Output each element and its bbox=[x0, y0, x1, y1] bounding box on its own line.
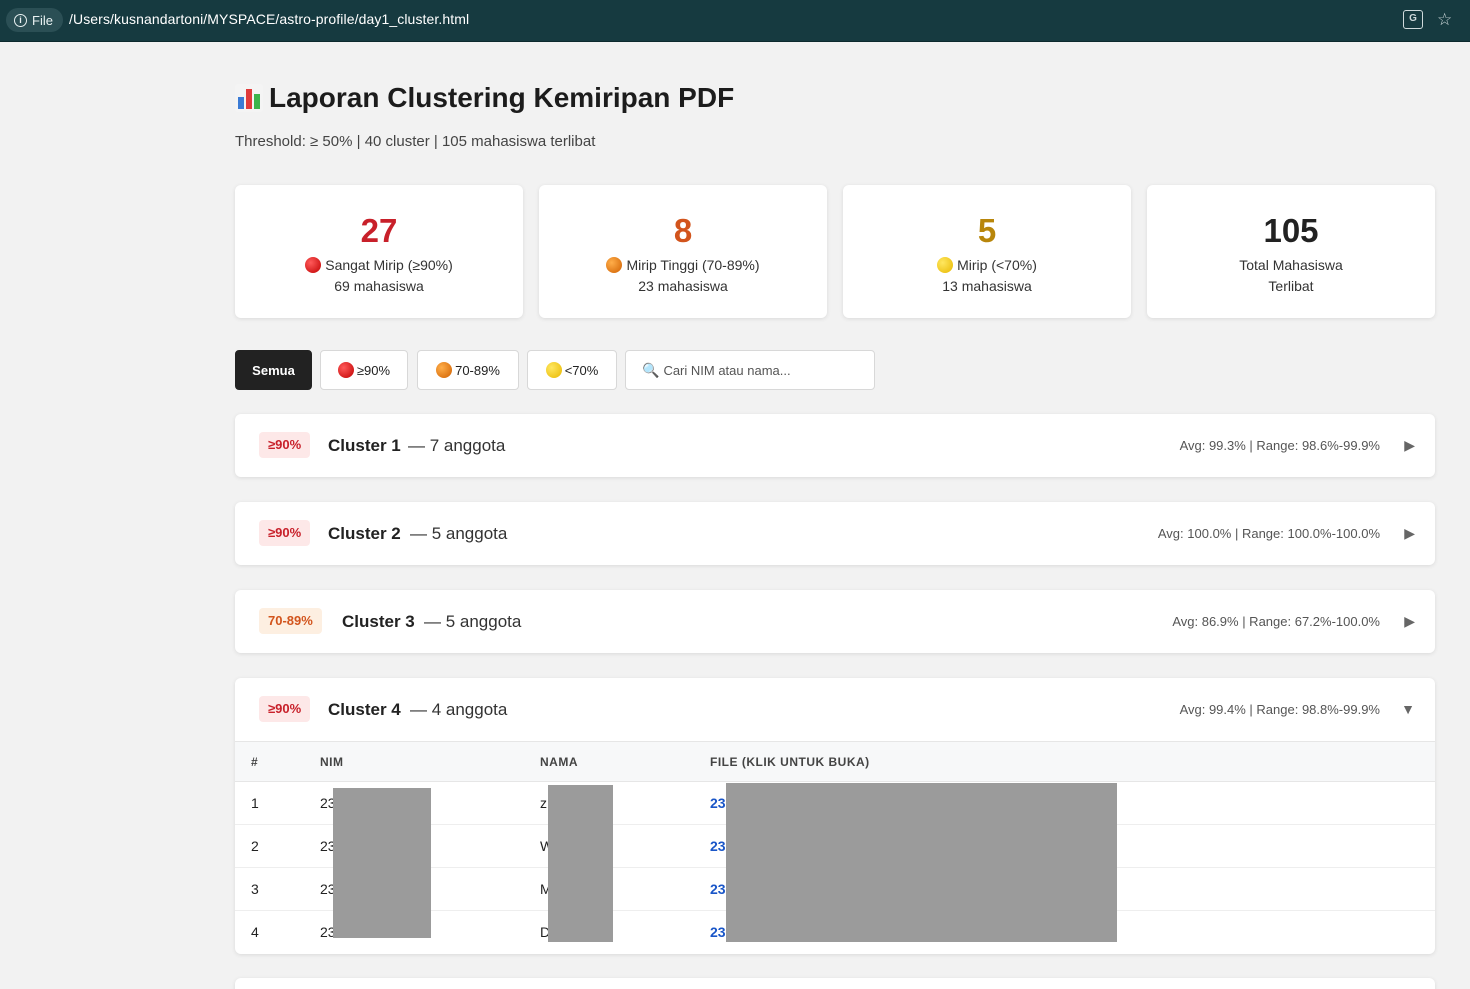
file-link[interactable]: 23 bbox=[710, 795, 726, 811]
stat-label: Total Mahasiswa bbox=[1239, 257, 1343, 273]
cluster-badge: ≥90% bbox=[259, 432, 311, 458]
filter-high-button[interactable]: ≥90% bbox=[320, 350, 408, 390]
cluster-stats: Avg: 100.0% | Range: 100.0%-100.0% bbox=[1157, 526, 1380, 541]
cluster-card-2[interactable]: ≥90% Cluster 2 — 5 anggota Avg: 100.0% |… bbox=[235, 502, 1435, 565]
file-link[interactable]: 23 bbox=[710, 924, 726, 940]
stat-label-text: Mirip (<70%) bbox=[957, 257, 1037, 273]
redaction-block bbox=[333, 788, 431, 938]
yellow-circle-icon bbox=[545, 362, 562, 378]
col-header-nama: NAMA bbox=[540, 741, 710, 782]
col-header-no: # bbox=[235, 741, 320, 782]
file-link[interactable]: 23 bbox=[710, 838, 726, 854]
stat-label-text: Sangat Mirip (≥90%) bbox=[325, 257, 453, 273]
stat-label-text: Mirip Tinggi (70-89%) bbox=[626, 257, 760, 273]
bar-chart-icon bbox=[235, 84, 263, 112]
cluster-header[interactable]: ≥90% Cluster 4 — 4 anggota Avg: 99.4% | … bbox=[235, 678, 1435, 741]
orange-circle-icon bbox=[606, 257, 623, 273]
expand-caret-icon[interactable]: ▶ bbox=[1404, 437, 1415, 454]
page-title-text: Laporan Clustering Kemiripan PDF bbox=[269, 82, 735, 113]
redaction-block bbox=[548, 785, 613, 942]
cluster-card-3[interactable]: 70-89% Cluster 3 — 5 anggota Avg: 86.9% … bbox=[235, 590, 1435, 653]
cell-no: 4 bbox=[251, 924, 259, 941]
filter-low-button[interactable]: <70% bbox=[527, 350, 617, 390]
cell-no: 1 bbox=[235, 781, 320, 825]
filter-label: <70% bbox=[564, 362, 599, 378]
filter-label: 70-89% bbox=[455, 362, 500, 378]
stat-value: 8 bbox=[673, 212, 693, 249]
search-placeholder: Cari NIM atau nama... bbox=[663, 362, 791, 378]
cluster-card-next[interactable] bbox=[235, 978, 1435, 989]
translate-icon[interactable]: G bbox=[1403, 10, 1423, 29]
stat-label: Mirip Tinggi (70-89%) bbox=[539, 257, 827, 273]
cluster-count: — 7 anggota bbox=[408, 436, 506, 455]
cluster-count: — 5 anggota bbox=[410, 524, 508, 543]
filter-all-button[interactable]: Semua bbox=[235, 350, 312, 390]
cluster-name: Cluster 1 bbox=[328, 436, 401, 455]
cluster-card-1[interactable]: ≥90% Cluster 1 — 7 anggota Avg: 99.3% | … bbox=[235, 414, 1435, 477]
cluster-name: Cluster 2 bbox=[328, 524, 401, 543]
redaction-block bbox=[726, 783, 1117, 942]
cluster-stats: Avg: 99.3% | Range: 98.6%-99.9% bbox=[1179, 438, 1380, 453]
stat-card-mirip: 5 Mirip (<70%) 13 mahasiswa bbox=[843, 185, 1131, 318]
cluster-count: — 5 anggota bbox=[424, 612, 522, 631]
stat-sub: 69 mahasiswa bbox=[334, 278, 424, 294]
cluster-header[interactable]: ≥90% Cluster 2 — 5 anggota Avg: 100.0% |… bbox=[235, 502, 1435, 565]
expand-caret-icon[interactable]: ▶ bbox=[1404, 613, 1415, 630]
stat-card-sangat-mirip: 27 Sangat Mirip (≥90%) 69 mahasiswa bbox=[235, 185, 523, 318]
stat-label: Mirip (<70%) bbox=[843, 257, 1131, 273]
stat-sub: Terlibat bbox=[1268, 278, 1314, 294]
col-header-nim: NIM bbox=[320, 741, 540, 782]
site-info-chip[interactable]: i File bbox=[6, 8, 63, 32]
yellow-circle-icon bbox=[937, 257, 954, 273]
stat-label: Sangat Mirip (≥90%) bbox=[235, 257, 523, 273]
cluster-badge: ≥90% bbox=[259, 696, 311, 722]
filter-label: ≥90% bbox=[356, 362, 391, 378]
search-input[interactable]: 🔍 Cari NIM atau nama... bbox=[625, 350, 875, 390]
browser-address-bar: i File /Users/kusnandartoni/MYSPACE/astr… bbox=[0, 0, 1470, 42]
search-icon: 🔍 bbox=[642, 361, 660, 378]
filter-mid-button[interactable]: 70-89% bbox=[417, 350, 519, 390]
cluster-badge: ≥90% bbox=[259, 520, 311, 546]
red-circle-icon bbox=[305, 257, 322, 273]
page-title: Laporan Clustering Kemiripan PDF bbox=[235, 82, 734, 114]
cluster-name: Cluster 4 bbox=[328, 700, 401, 719]
stat-card-total: 105 Total Mahasiswa Terlibat bbox=[1147, 185, 1435, 318]
cluster-header[interactable]: ≥90% Cluster 1 — 7 anggota Avg: 99.3% | … bbox=[235, 414, 1435, 477]
cluster-stats: Avg: 86.9% | Range: 67.2%-100.0% bbox=[1172, 614, 1380, 629]
stat-sub: 23 mahasiswa bbox=[638, 278, 728, 294]
info-icon: i bbox=[14, 13, 27, 27]
red-circle-icon bbox=[337, 362, 354, 378]
orange-circle-icon bbox=[436, 362, 453, 378]
cell-no: 3 bbox=[235, 867, 320, 911]
file-label: File bbox=[32, 12, 53, 28]
expand-caret-icon[interactable]: ▶ bbox=[1404, 525, 1415, 542]
cluster-badge: 70-89% bbox=[259, 608, 322, 634]
stat-card-mirip-tinggi: 8 Mirip Tinggi (70-89%) 23 mahasiswa bbox=[539, 185, 827, 318]
stat-value: 27 bbox=[360, 212, 398, 249]
stat-value: 105 bbox=[1263, 212, 1319, 249]
cell-no: 2 bbox=[235, 824, 320, 868]
collapse-caret-icon[interactable]: ▼ bbox=[1401, 701, 1415, 717]
page-subtitle: Threshold: ≥ 50% | 40 cluster | 105 maha… bbox=[235, 133, 596, 150]
stat-sub: 13 mahasiswa bbox=[942, 278, 1032, 294]
cluster-stats: Avg: 99.4% | Range: 98.8%-99.9% bbox=[1179, 702, 1380, 717]
stat-value: 5 bbox=[977, 212, 997, 249]
bookmark-star-icon[interactable]: ☆ bbox=[1437, 10, 1452, 30]
file-link[interactable]: 23 bbox=[710, 881, 726, 897]
cluster-header[interactable]: 70-89% Cluster 3 — 5 anggota Avg: 86.9% … bbox=[235, 590, 1435, 653]
col-header-file: FILE (KLIK UNTUK BUKA) bbox=[710, 741, 1435, 782]
cluster-name: Cluster 3 bbox=[342, 612, 415, 631]
cluster-count: — 4 anggota bbox=[410, 700, 508, 719]
url-field[interactable]: /Users/kusnandartoni/MYSPACE/astro-profi… bbox=[69, 11, 469, 27]
